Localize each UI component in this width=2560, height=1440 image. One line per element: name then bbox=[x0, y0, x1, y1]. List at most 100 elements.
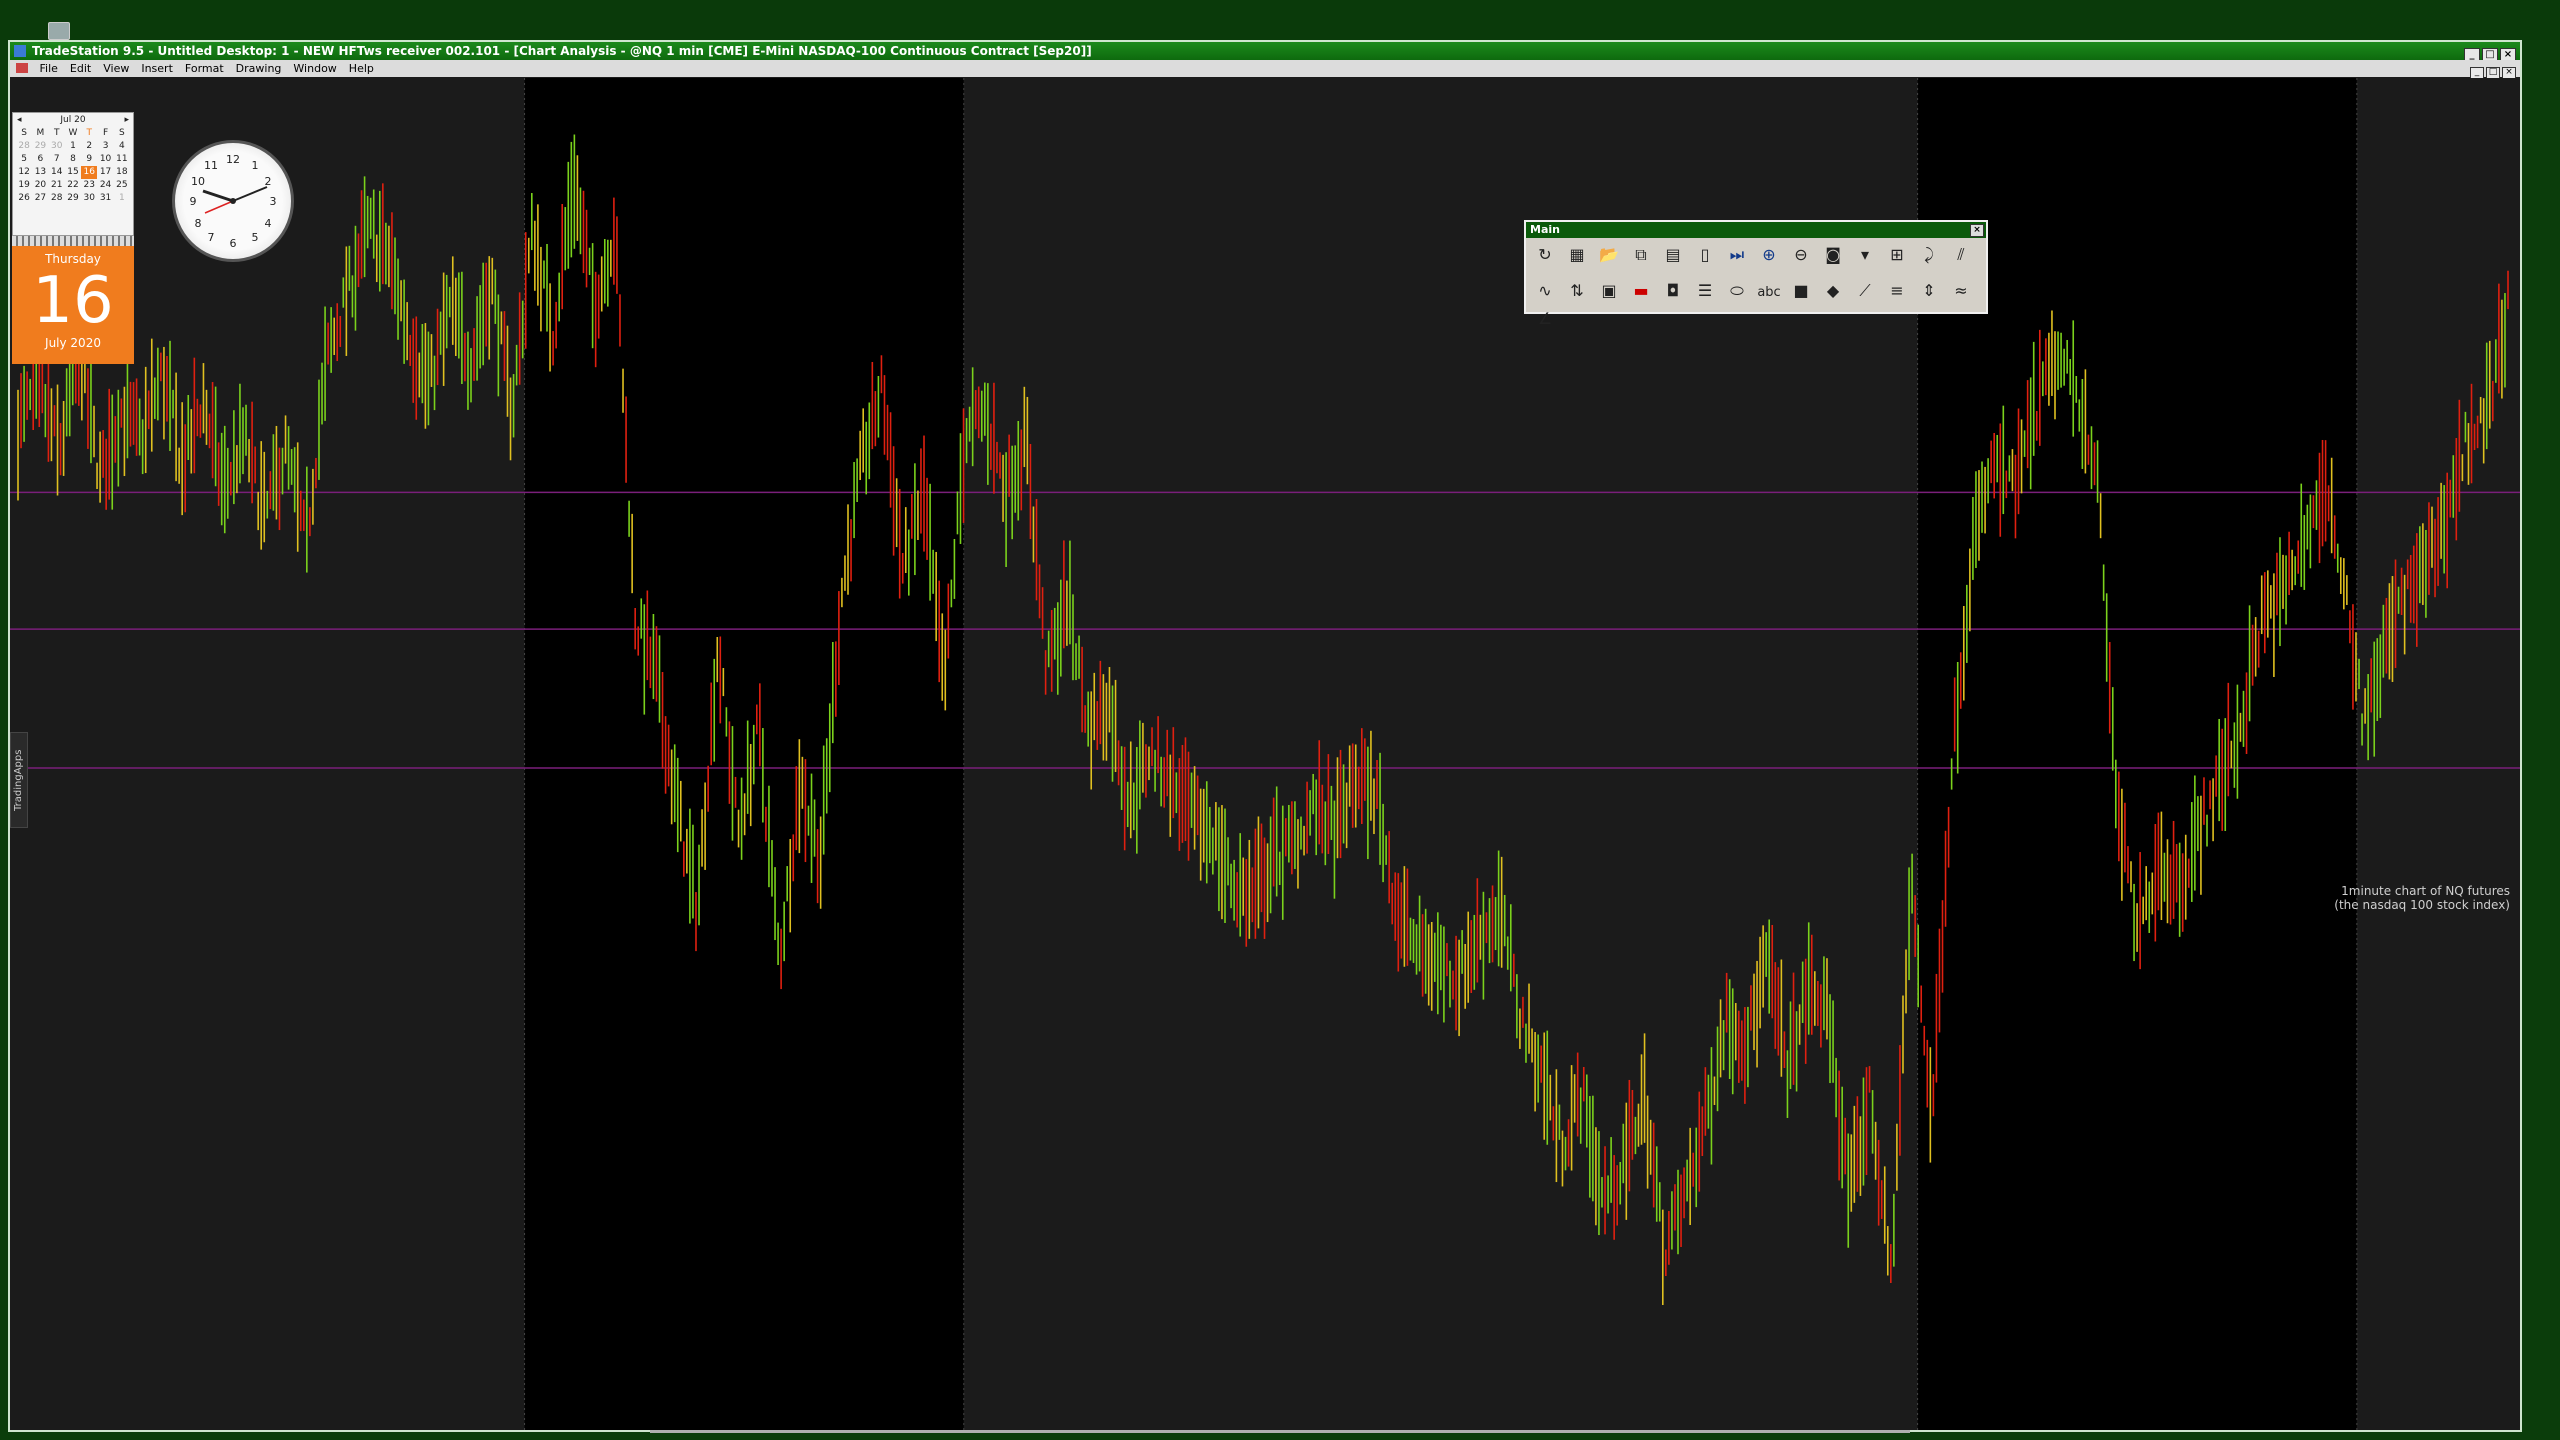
calendar-weekday-header: S bbox=[118, 128, 125, 138]
calendar-day[interactable]: 23 bbox=[81, 179, 97, 192]
calendar-day[interactable]: 12 bbox=[16, 166, 32, 179]
window-icon[interactable]: ▦ bbox=[1564, 242, 1590, 268]
toolbar-row-1: ↻ ▦ 📂 ⧉ ▤ ▯ ⏭ ⊕ ⊖ ◙ ▾ ⊞ ⤸ ⫽ bbox=[1526, 238, 1986, 274]
menu-file[interactable]: File bbox=[34, 60, 64, 77]
copy-icon[interactable]: ⧉ bbox=[1628, 242, 1654, 268]
menu-bar: File Edit View Insert Format Drawing Window Hel… bbox=[10, 60, 2520, 79]
calendar-day[interactable]: 18 bbox=[114, 166, 130, 179]
calendar-day[interactable]: 4 bbox=[114, 140, 130, 153]
menu-help[interactable]: Help bbox=[343, 60, 380, 77]
menu-edit[interactable]: Edit bbox=[64, 60, 97, 77]
tradestation-window: TradeStation 9.5 - Untitled Desktop: 1 -… bbox=[8, 40, 2522, 1432]
title-bar[interactable]: TradeStation 9.5 - Untitled Desktop: 1 -… bbox=[10, 42, 2520, 62]
notes-icon[interactable]: ▤ bbox=[1660, 242, 1686, 268]
svg-text:7: 7 bbox=[208, 231, 215, 244]
camera-icon[interactable]: ◘ bbox=[1660, 278, 1686, 304]
color-bar-icon[interactable]: ▬ bbox=[1628, 278, 1654, 304]
strategy-icon[interactable]: ⇅ bbox=[1564, 278, 1590, 304]
svg-text:9: 9 bbox=[190, 195, 197, 208]
menu-view[interactable]: View bbox=[97, 60, 135, 77]
recycle-bin-icon[interactable] bbox=[48, 22, 70, 40]
window-title: TradeStation 9.5 - Untitled Desktop: 1 -… bbox=[32, 44, 1092, 58]
calendar-day[interactable]: 16 bbox=[81, 166, 98, 179]
menu-insert[interactable]: Insert bbox=[135, 60, 179, 77]
toolbar-row-2: ∿ ⇅ ▣ ▬ ◘ ☰ ⬭ abc ■ ◆ ⟋ ≡ ⇕ ≈∠ bbox=[1526, 274, 1986, 328]
wave-icon[interactable]: ≈ bbox=[1948, 278, 1974, 304]
calendar-day[interactable]: 19 bbox=[16, 179, 32, 192]
price-chart[interactable] bbox=[10, 78, 2520, 1430]
menu-format[interactable]: Format bbox=[179, 60, 230, 77]
calendar-day[interactable]: 27 bbox=[32, 192, 48, 205]
menu-window[interactable]: Window bbox=[287, 60, 342, 77]
calendar-day[interactable]: 17 bbox=[97, 166, 113, 179]
chart-icon[interactable]: ◙ bbox=[1820, 242, 1846, 268]
open-folder-icon[interactable]: 📂 bbox=[1596, 242, 1622, 268]
calendar-day[interactable]: 24 bbox=[97, 179, 113, 192]
calendar-day[interactable]: 29 bbox=[32, 140, 48, 153]
calendar-day[interactable]: 2 bbox=[81, 140, 97, 153]
calendar-day[interactable]: 7 bbox=[49, 153, 65, 166]
angle-icon[interactable]: ∠ bbox=[1532, 306, 1558, 332]
lines-icon[interactable]: ⫽ bbox=[1948, 242, 1974, 268]
calendar-day[interactable]: 10 bbox=[97, 153, 113, 166]
page-icon[interactable]: ▯ bbox=[1692, 242, 1718, 268]
calendar-day[interactable]: 1 bbox=[114, 192, 130, 205]
svg-text:12: 12 bbox=[226, 153, 240, 166]
calendar-day[interactable]: 28 bbox=[49, 192, 65, 205]
calendar-day[interactable]: 14 bbox=[49, 166, 65, 179]
grid-icon[interactable]: ⊞ bbox=[1884, 242, 1910, 268]
calendar-day[interactable]: 3 bbox=[97, 140, 113, 153]
trading-apps-tab[interactable]: TradingApps bbox=[10, 732, 28, 828]
calendar-day[interactable]: 20 bbox=[32, 179, 48, 192]
layout-icon[interactable]: ▣ bbox=[1596, 278, 1622, 304]
calendar-day[interactable]: 15 bbox=[65, 166, 81, 179]
clock-face-icon: 12 3 6 9 12 45 78 10 11 bbox=[190, 153, 277, 250]
indicator-icon[interactable]: ∿ bbox=[1532, 278, 1558, 304]
text-tool-icon[interactable]: abc bbox=[1756, 280, 1782, 306]
calendar-month-year: July 2020 bbox=[45, 336, 101, 350]
text-icon[interactable]: ■ bbox=[1788, 278, 1814, 304]
document-icon[interactable] bbox=[16, 63, 28, 73]
calendar-day[interactable]: 1 bbox=[65, 140, 81, 153]
calendar-grid: S M T W T F S 28 29 30 1 2 3 4 5 6 7 8 9 10 11 12 13 14 15 16 17 18… bbox=[13, 127, 133, 205]
play-end-icon[interactable]: ⏭ bbox=[1724, 242, 1750, 268]
svg-text:2: 2 bbox=[265, 175, 272, 188]
toolbar-close-button[interactable]: × bbox=[1970, 224, 1984, 237]
annotation-line-1: 1minute chart of NQ futures bbox=[2341, 884, 2510, 898]
calendar-day[interactable]: 8 bbox=[65, 153, 81, 166]
curve-icon[interactable]: ⤸ bbox=[1916, 242, 1942, 268]
calendar-day[interactable]: 29 bbox=[65, 192, 81, 205]
calendar-day[interactable]: 13 bbox=[32, 166, 48, 179]
prev-month-icon[interactable]: ◂ bbox=[17, 113, 22, 127]
zoom-in-icon[interactable]: ⊕ bbox=[1756, 242, 1782, 268]
calendar-day[interactable]: 30 bbox=[81, 192, 97, 205]
calendar-day[interactable]: 22 bbox=[65, 179, 81, 192]
desktop-background bbox=[0, 0, 2560, 40]
calendar-day[interactable]: 21 bbox=[49, 179, 65, 192]
list-icon[interactable]: ☰ bbox=[1692, 278, 1718, 304]
toolbar-title-bar[interactable]: Main × bbox=[1526, 222, 1986, 238]
dropdown-icon[interactable]: ▾ bbox=[1852, 242, 1878, 268]
next-month-icon[interactable]: ▸ bbox=[124, 113, 129, 127]
calendar-day[interactable]: 28 bbox=[16, 140, 32, 153]
price-marker-icon[interactable]: ⇕ bbox=[1916, 278, 1942, 304]
refresh-icon[interactable]: ↻ bbox=[1532, 242, 1558, 268]
calendar-day[interactable]: 26 bbox=[16, 192, 32, 205]
calendar-day[interactable]: 6 bbox=[32, 153, 48, 166]
calendar-day[interactable]: 25 bbox=[114, 179, 130, 192]
trendline-icon[interactable]: ⟋ bbox=[1852, 278, 1878, 304]
horizontal-scrollbar[interactable] bbox=[650, 1430, 1910, 1433]
zoom-out-icon[interactable]: ⊖ bbox=[1788, 242, 1814, 268]
fib-icon[interactable]: ≡ bbox=[1884, 278, 1910, 304]
calendar-day[interactable]: 9 bbox=[81, 153, 97, 166]
chart-annotation: 1minute chart of NQ futures (the nasdaq … bbox=[2334, 884, 2510, 912]
session-background bbox=[524, 78, 964, 1430]
calendar-day[interactable]: 5 bbox=[16, 153, 32, 166]
ellipse-icon[interactable]: ⬭ bbox=[1724, 278, 1750, 304]
calendar-day[interactable]: 11 bbox=[114, 153, 130, 166]
eraser-icon[interactable]: ◆ bbox=[1820, 278, 1846, 304]
calendar-day[interactable]: 31 bbox=[97, 192, 113, 205]
calendar-gadget: ◂ Jul 20 ▸ S M T W T F S 28 29 30 1 2 3 4 5 6 7 8 9 10 11 12 1… bbox=[12, 112, 134, 366]
menu-drawing[interactable]: Drawing bbox=[230, 60, 288, 77]
calendar-day[interactable]: 30 bbox=[49, 140, 65, 153]
